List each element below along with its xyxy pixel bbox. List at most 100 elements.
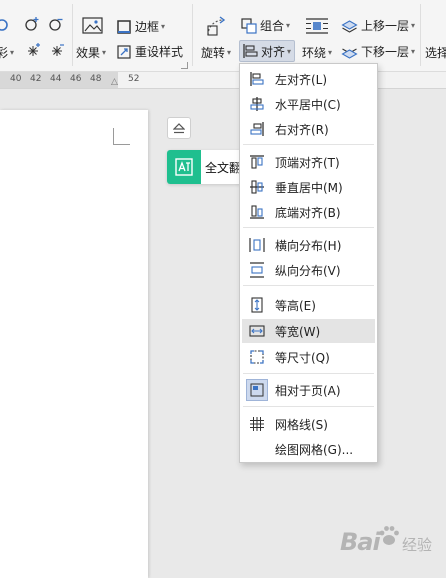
menu-item-label: 等尺寸(Q) [275, 350, 330, 365]
picture-effects-icon [82, 17, 103, 34]
reset-style-icon [117, 44, 131, 59]
menu-item-same-size[interactable]: 等尺寸(Q) [242, 345, 375, 369]
effects-button[interactable]: 效果 ▾ [76, 44, 106, 61]
group-button[interactable]: 组合 ▾ [241, 17, 290, 34]
group-label: 组合 [260, 19, 285, 33]
ruler-tick-label: 44 [50, 74, 62, 84]
group-icon [241, 17, 257, 34]
horizontal-ruler[interactable]: 40 42 44 46 48 52 △ [0, 72, 446, 89]
menu-item-align-top[interactable]: 顶端对齐(T) [242, 150, 375, 174]
rotate-label: 旋转 [201, 46, 226, 60]
menu-item-align-center[interactable]: 水平居中(C) [242, 92, 375, 116]
menu-item-label: 绘图网格(G)... [275, 442, 354, 457]
page-corner-mark [113, 128, 130, 145]
bring-forward-button[interactable]: 上移一层 ▾ [341, 17, 415, 34]
menu-item-label: 顶端对齐(T) [275, 155, 340, 170]
translate-icon [167, 150, 201, 184]
watermark-text-cn: 经验 [402, 536, 433, 554]
send-backward-icon [341, 48, 358, 59]
align-top-icon [246, 151, 268, 173]
menu-item-label: 相对于页(A) [275, 383, 341, 398]
menu-item-align-right[interactable]: 右对齐(R) [242, 117, 375, 141]
reset-style-button[interactable]: 重设样式 [116, 43, 183, 60]
menu-item-label: 横向分布(H) [275, 238, 342, 253]
menu-separator [243, 227, 374, 228]
menu-item-label: 底端对齐(B) [275, 205, 341, 220]
wrap-icon-button[interactable] [305, 16, 329, 36]
send-backward-button[interactable]: 下移一层 ▾ [341, 43, 415, 60]
align-label: 对齐 [261, 44, 286, 59]
color-fill-button[interactable]: 彩 ▾ [0, 44, 14, 61]
align-center-icon [246, 93, 268, 115]
menu-item-label: 网格线(S) [275, 417, 328, 432]
paw-logo-icon [379, 526, 399, 545]
full-text-translate-button[interactable]: 全文翻 [167, 150, 242, 184]
chevron-down-icon: ▾ [161, 22, 166, 31]
menu-item-align-middle[interactable]: 垂直居中(M) [242, 175, 375, 199]
menu-item-relative-to-page[interactable]: 相对于页(A) [242, 378, 375, 402]
menu-separator [243, 144, 374, 145]
effects-icon-button[interactable] [82, 16, 104, 36]
chevron-down-icon: ▾ [227, 48, 232, 57]
gridlines-icon [246, 413, 268, 435]
document-page[interactable] [0, 110, 148, 578]
dialog-launcher-icon[interactable] [181, 62, 188, 69]
menu-item-align-bottom[interactable]: 底端对齐(B) [242, 200, 375, 224]
collapse-panel-button[interactable] [167, 117, 191, 139]
menu-item-align-left[interactable]: 左对齐(L) [242, 67, 375, 91]
menu-item-label: 纵向分布(V) [275, 263, 341, 278]
menu-separator [243, 406, 374, 407]
select-button[interactable]: 选择 [425, 44, 446, 61]
menu-separator [243, 285, 374, 286]
chevron-down-icon: ▾ [286, 21, 291, 30]
ribbon-toolbar: 彩 ▾ 效果 ▾ 边框 ▾ 重设样式 旋转 ▾ 组合 ▾ 对齐 ▾ 环绕 ▾ 上… [0, 0, 446, 72]
eject-icon [173, 122, 185, 133]
border-icon [117, 19, 131, 34]
distribute-horizontal-icon [246, 234, 268, 256]
circle-style-icon [0, 19, 8, 31]
menu-item-distribute-horizontal[interactable]: 横向分布(H) [242, 233, 375, 257]
menu-item-label: 左对齐(L) [275, 72, 328, 87]
menu-item-label: 右对齐(R) [275, 122, 329, 137]
same-size-icon [246, 346, 268, 368]
ribbon-divider [420, 4, 421, 66]
align-right-icon [246, 118, 268, 140]
align-button[interactable]: 对齐 ▾ [239, 40, 296, 62]
menu-item-label: 垂直居中(M) [275, 180, 343, 195]
ruler-tick-label: 46 [70, 74, 82, 84]
same-width-icon [246, 320, 268, 342]
ruler-indent-marker-icon[interactable]: △ [111, 77, 118, 87]
glow-remove-button[interactable] [50, 42, 66, 58]
menu-item-drawing-grid[interactable]: 绘图网格(G)... [242, 437, 375, 461]
translate-label: 全文翻 [205, 160, 242, 175]
border-button[interactable]: 边框 ▾ [116, 18, 165, 35]
distribute-vertical-icon [246, 259, 268, 281]
shape-fill-style-button[interactable] [0, 17, 10, 33]
outline-style-button[interactable] [24, 16, 40, 32]
menu-item-same-width[interactable]: 等宽(W) [242, 319, 375, 343]
menu-item-label: 等宽(W) [275, 324, 321, 339]
ruler-tick-label: 48 [90, 74, 102, 84]
menu-item-distribute-vertical[interactable]: 纵向分布(V) [242, 258, 375, 282]
wrap-button[interactable]: 环绕 ▾ [302, 44, 332, 61]
align-icon [243, 44, 258, 58]
border-label: 边框 [135, 20, 160, 34]
watermark-text: Bai [340, 528, 381, 556]
menu-item-label: 水平居中(C) [275, 97, 341, 112]
menu-item-same-height[interactable]: 等高(E) [242, 293, 375, 317]
outline-remove-button[interactable] [48, 16, 64, 32]
chevron-down-icon: ▾ [328, 48, 333, 57]
chevron-down-icon: ▾ [287, 46, 292, 56]
menu-item-gridlines[interactable]: 网格线(S) [242, 412, 375, 436]
align-bottom-icon [246, 201, 268, 223]
color-fill-label: 彩 [0, 46, 9, 60]
circle-plus-icon [25, 17, 39, 31]
rotate-button[interactable]: 旋转 ▾ [201, 44, 231, 61]
same-height-icon [246, 294, 268, 316]
sparkle-minus-icon [52, 44, 64, 56]
rotate-icon-button[interactable] [204, 14, 230, 38]
glow-add-button[interactable] [26, 42, 42, 58]
chevron-down-icon: ▾ [411, 47, 416, 56]
chevron-down-icon: ▾ [10, 48, 15, 57]
align-middle-icon [246, 176, 268, 198]
